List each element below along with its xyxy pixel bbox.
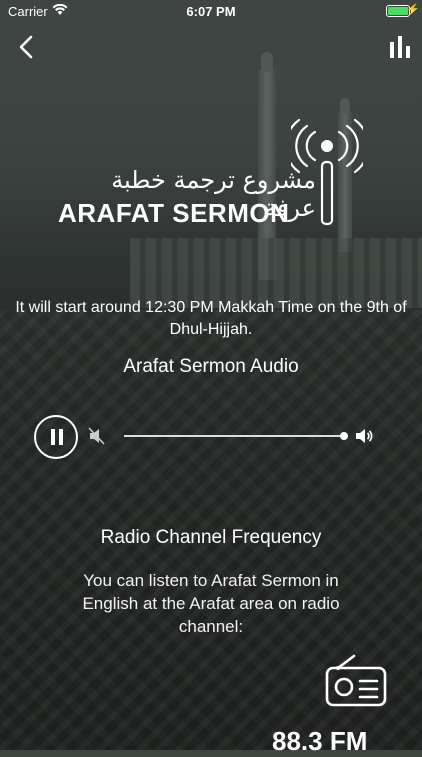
- volume-slider[interactable]: [124, 432, 348, 440]
- start-time-notice: It will start around 12:30 PM Makkah Tim…: [15, 299, 407, 338]
- audio-player: [34, 415, 394, 459]
- radio-frequency: 88.3 FM: [272, 726, 368, 756]
- status-time: 6:07 PM: [186, 4, 236, 19]
- charging-icon: ⚡: [406, 4, 420, 16]
- radio-icon: [325, 654, 387, 707]
- radio-description: You can listen to Arafat Sermon in Engli…: [82, 571, 340, 636]
- volume-mute-icon[interactable]: [88, 427, 106, 445]
- radio-section-title: Radio Channel Frequency: [100, 527, 322, 548]
- bar-chart-icon[interactable]: [388, 36, 412, 58]
- logo-english-text: ARAFAT SERMON: [58, 198, 290, 228]
- volume-slider-knob[interactable]: [340, 432, 348, 440]
- broadcast-tower-icon: [291, 118, 363, 226]
- audio-title: Arafat Sermon Audio: [123, 356, 299, 377]
- status-bar: Carrier 6:07 PM ⚡: [0, 0, 422, 22]
- pause-button[interactable]: [34, 415, 78, 459]
- chevron-left-icon[interactable]: [14, 34, 40, 60]
- volume-high-icon[interactable]: [354, 426, 374, 446]
